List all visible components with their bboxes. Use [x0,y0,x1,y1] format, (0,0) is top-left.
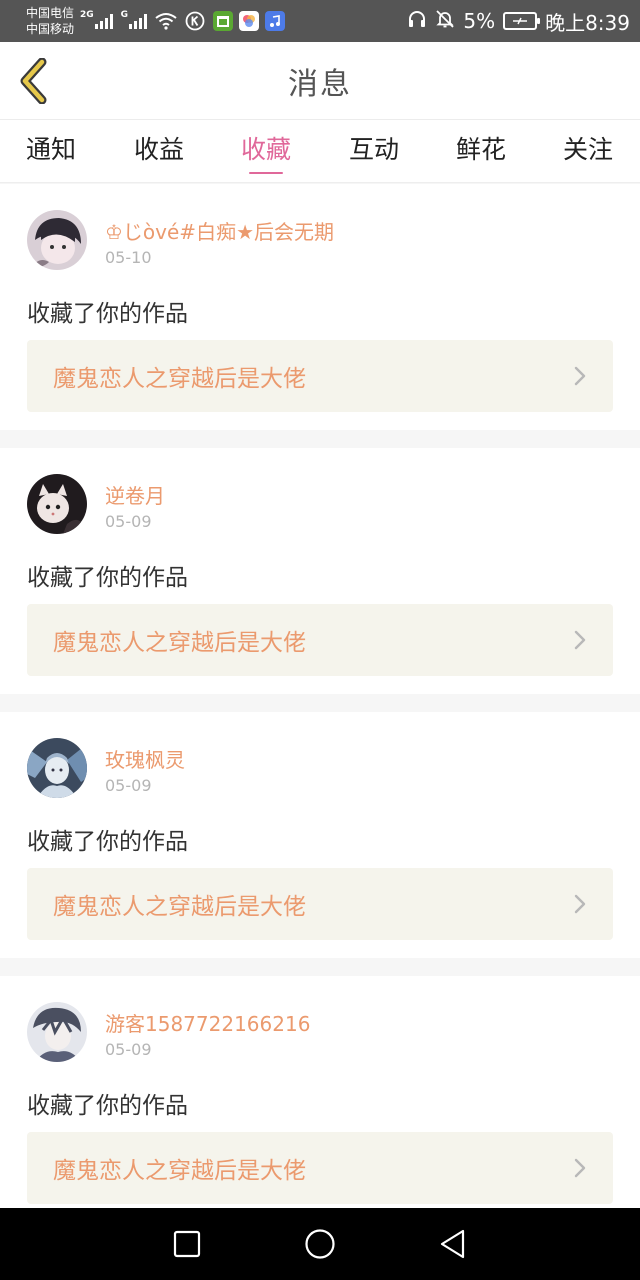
chevron-right-icon [573,629,587,651]
work-link[interactable]: 魔鬼恋人之穿越后是大佬 [27,340,613,412]
avatar[interactable] [27,210,87,270]
username[interactable]: ♔じòvé#白痴★后会无期 [105,216,334,245]
tab-notifications[interactable]: 通知 [6,130,96,174]
work-title: 魔鬼恋人之穿越后是大佬 [53,894,306,920]
k-app-icon [185,11,205,31]
circle-icon [305,1229,335,1259]
list-item: 游客1587722166216 05-09 收藏了你的作品 魔鬼恋人之穿越后是大… [0,976,640,1222]
avatar[interactable] [27,738,87,798]
music-app-icon [265,11,286,31]
tab-favorites[interactable]: 收藏 [221,130,311,174]
list-item: ♔じòvé#白痴★后会无期 05-10 收藏了你的作品 魔鬼恋人之穿越后是大佬 [0,184,640,430]
avatar[interactable] [27,1002,87,1062]
work-link[interactable]: 魔鬼恋人之穿越后是大佬 [27,604,613,676]
clock: 晚上8:39 [545,10,630,35]
signal-icon-2 [129,13,148,29]
wifi-icon [155,12,177,30]
app-header: 消息 [0,42,640,120]
tab-flowers[interactable]: 鲜花 [436,130,526,174]
work-title: 魔鬼恋人之穿越后是大佬 [53,1158,306,1184]
avatar[interactable] [27,474,87,534]
timestamp: 05-10 [105,248,152,267]
page-title: 消息 [288,66,352,102]
carrier-1: 中国电信 [26,6,75,20]
action-text: 收藏了你的作品 [27,301,188,327]
tab-label: 收藏 [240,135,291,164]
system-nav-bar [0,1208,640,1280]
chevron-right-icon [573,893,587,915]
tab-earnings[interactable]: 收益 [114,130,204,174]
work-link[interactable]: 魔鬼恋人之穿越后是大佬 [27,1132,613,1204]
signal-icon [94,13,113,29]
back-arrow-icon [20,58,47,104]
calendar-app-icon [213,11,234,31]
tab-label: 通知 [25,135,76,164]
timestamp: 05-09 [105,776,152,795]
work-title: 魔鬼恋人之穿越后是大佬 [53,366,306,392]
username[interactable]: 逆卷月 [105,480,165,509]
action-text: 收藏了你的作品 [27,829,188,855]
mute-bell-icon [435,9,455,34]
square-icon [173,1230,200,1258]
username[interactable]: 玫瑰枫灵 [105,744,185,773]
action-text: 收藏了你的作品 [27,565,188,591]
timestamp: 05-09 [105,512,152,531]
network-type-2: G [120,10,129,20]
work-title: 魔鬼恋人之穿越后是大佬 [53,630,306,656]
list-item: 逆卷月 05-09 收藏了你的作品 魔鬼恋人之穿越后是大佬 [0,448,640,694]
tab-follows[interactable]: 关注 [543,130,633,174]
tab-label: 互动 [348,135,399,164]
work-link[interactable]: 魔鬼恋人之穿越后是大佬 [27,868,613,940]
list-item: 玫瑰枫灵 05-09 收藏了你的作品 魔鬼恋人之穿越后是大佬 [0,712,640,958]
tab-interactions[interactable]: 互动 [329,130,419,174]
back-button[interactable] [14,58,54,104]
tab-label: 关注 [562,135,613,164]
chevron-right-icon [573,1157,587,1179]
carriers: 中国电信 中国移动 [26,5,74,37]
home-button[interactable] [296,1220,344,1268]
chevron-right-icon [573,365,587,387]
battery-percent: 5% [463,9,496,33]
tab-label: 收益 [133,135,184,164]
tab-label: 鲜花 [455,135,506,164]
tab-bar: 通知 收益 收藏 互动 鲜花 关注 [0,120,640,183]
status-bar: 中国电信 中国移动 2G G 5% 晚上8:39 [0,0,640,42]
recents-button[interactable] [163,1220,211,1268]
message-list: ♔じòvé#白痴★后会无期 05-10 收藏了你的作品 魔鬼恋人之穿越后是大佬 … [0,184,640,1240]
battery-icon [503,12,541,30]
username[interactable]: 游客1587722166216 [105,1008,310,1037]
triangle-back-icon [441,1229,465,1259]
action-text: 收藏了你的作品 [27,1093,188,1119]
timestamp: 05-09 [105,1040,152,1059]
headset-icon [407,9,427,34]
network-type-1: 2G [80,10,94,20]
status-right: 5% 晚上8:39 [407,7,630,36]
photos-app-icon [239,11,260,31]
carrier-2: 中国移动 [26,22,75,36]
back-nav-button[interactable] [429,1220,477,1268]
tab-indicator [249,172,283,174]
